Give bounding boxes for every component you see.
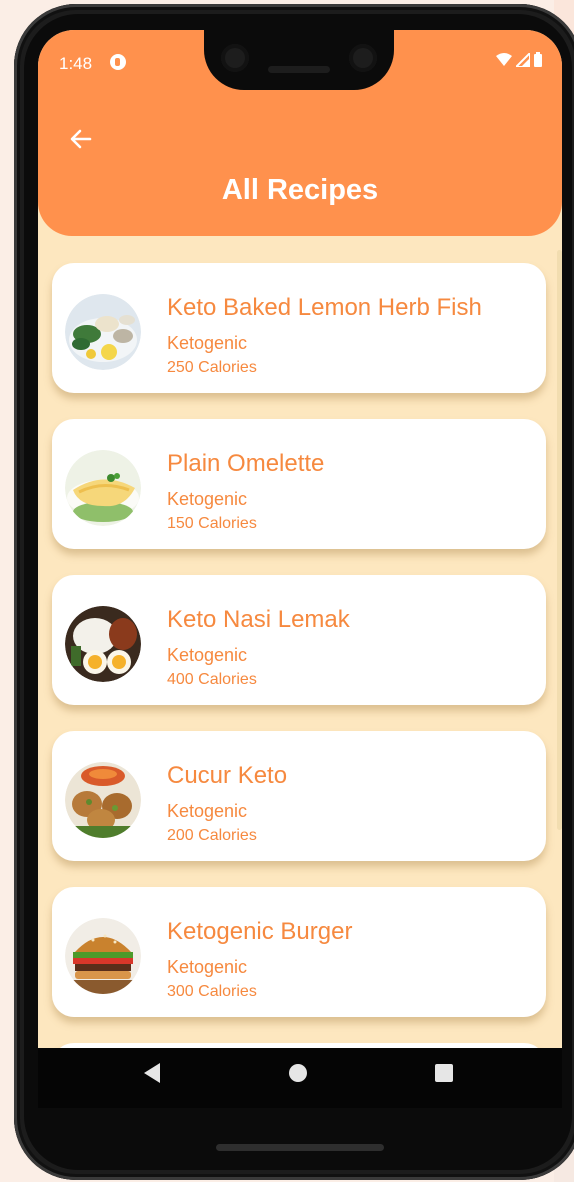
recipe-diet: Ketogenic: [167, 333, 248, 353]
circle-home-icon: [289, 1064, 307, 1082]
recipe-name: Keto Baked Lemon Herb Fish: [167, 294, 482, 321]
fish-dish-image: [65, 294, 141, 370]
earpiece-speaker: [268, 66, 330, 73]
recipe-thumbnail: [65, 450, 141, 526]
front-sensor: [349, 44, 377, 72]
recipe-thumbnail: [65, 606, 141, 682]
arrow-left-icon: [70, 129, 92, 149]
triangle-back-icon: [144, 1063, 160, 1083]
nav-recents-button[interactable]: [434, 1062, 454, 1089]
recipe-card[interactable]: Keto Nasi Lemak Ketogenic 400 Calories: [52, 575, 546, 705]
page-title: All Recipes: [221, 174, 379, 206]
nasi-lemak-image: [65, 606, 141, 682]
recipe-calories: 150 Calories: [167, 515, 257, 532]
recipe-diet: Ketogenic: [167, 489, 248, 509]
recipe-diet: Ketogenic: [167, 957, 248, 977]
notification-icon: [110, 54, 126, 70]
cucur-image: [65, 762, 141, 838]
recipe-calories: 200 Calories: [167, 827, 257, 844]
wifi-icon: [496, 52, 512, 66]
camera-notch: [204, 30, 394, 90]
recipe-name: Ketogenic Burger: [167, 918, 353, 945]
recipe-calories: 250 Calories: [167, 359, 257, 376]
recipe-card[interactable]: Ketogenic Burger Ketogenic 300 Calories: [52, 887, 546, 1017]
back-button[interactable]: [68, 126, 100, 154]
app-screen: 1:48 All Recipes Keto Baked Lemon Herb F…: [38, 30, 562, 1108]
omelette-image: [65, 450, 141, 526]
signal-icon: [516, 52, 530, 67]
recipe-card[interactable]: Plain Omelette Ketogenic 150 Calories: [52, 419, 546, 549]
square-recents-icon: [435, 1064, 453, 1082]
recipe-name: Cucur Keto: [167, 762, 288, 789]
front-camera: [221, 44, 249, 72]
recipe-diet: Ketogenic: [167, 801, 248, 821]
home-indicator: [216, 1144, 384, 1151]
recipe-name: Plain Omelette: [167, 450, 325, 477]
recipe-thumbnail: [65, 918, 141, 994]
recipe-card[interactable]: Keto Baked Lemon Herb Fish Ketogenic 250…: [52, 263, 546, 393]
status-icons: [496, 52, 542, 67]
recipe-calories: 400 Calories: [167, 671, 257, 688]
recipe-name: Keto Nasi Lemak: [167, 606, 350, 633]
status-time: 1:48: [59, 54, 93, 73]
burger-image: [65, 918, 141, 994]
app-header: 1:48 All Recipes: [38, 30, 562, 236]
system-nav-bar: [38, 1048, 562, 1108]
recipe-calories: 300 Calories: [167, 983, 257, 1000]
recipe-card[interactable]: Cucur Keto Ketogenic 200 Calories: [52, 731, 546, 861]
recipe-thumbnail: [65, 294, 141, 370]
scrollbar[interactable]: [557, 250, 562, 830]
battery-icon: [534, 52, 542, 67]
nav-home-button[interactable]: [288, 1062, 308, 1089]
recipe-diet: Ketogenic: [167, 645, 248, 665]
recipe-thumbnail: [65, 762, 141, 838]
nav-back-button[interactable]: [142, 1062, 162, 1089]
